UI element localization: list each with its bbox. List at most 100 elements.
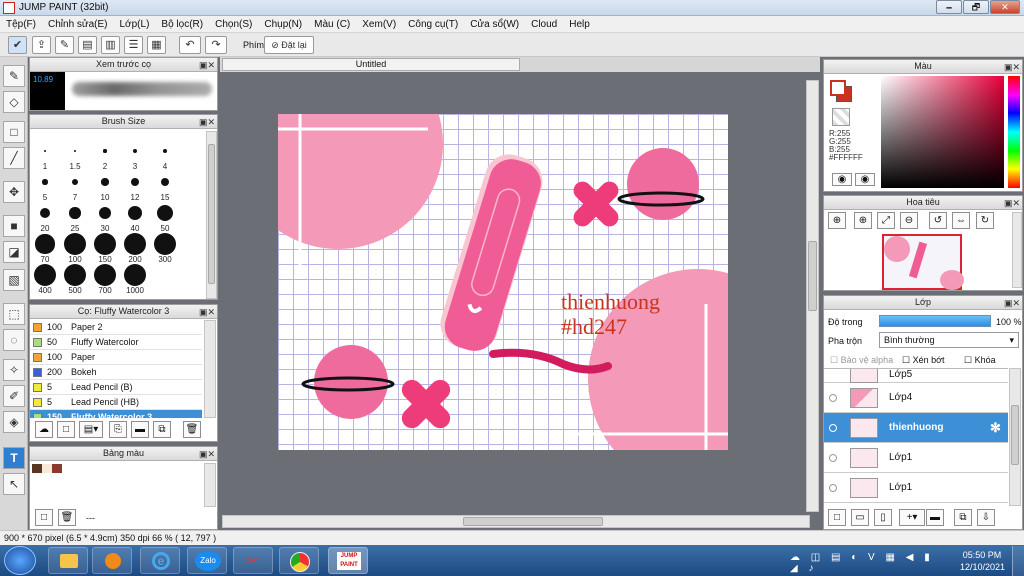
rotate-left-icon[interactable]: ↺ — [929, 212, 947, 229]
brush-size-dot[interactable] — [69, 207, 81, 219]
chrome-icon[interactable] — [279, 547, 319, 574]
brush-size-dot[interactable] — [64, 233, 86, 255]
palette-swatch[interactable] — [32, 464, 42, 473]
trash-icon[interactable]: 🗑 — [58, 509, 76, 526]
scroll-thumb[interactable] — [808, 241, 817, 311]
protect-alpha-checkbox[interactable]: ☐ Bảo vệ alpha — [830, 355, 893, 366]
vertical-scrollbar[interactable] — [806, 80, 819, 512]
redo-button[interactable]: ↷ — [205, 36, 227, 54]
eye-icon[interactable] — [829, 484, 837, 492]
operation-tool-icon[interactable]: ↖ — [3, 473, 25, 495]
brush-size-dot[interactable] — [124, 233, 146, 255]
media-player-icon[interactable] — [92, 547, 132, 574]
line-tool-icon[interactable]: ╱ — [3, 147, 25, 169]
cloud-icon[interactable]: ☁ — [35, 421, 53, 438]
grid-icon[interactable]: ▦ — [147, 36, 166, 54]
brush-size-grid[interactable]: 1 1.5 2 3 4 5 7 10 12 15 20 25 30 40 50 70 100 150 200 300 4… — [30, 129, 205, 299]
color-mode-icon[interactable]: ◉ — [855, 173, 875, 186]
horizontal-scrollbar[interactable] — [222, 515, 810, 528]
layer-row[interactable]: Lớp1 — [824, 443, 1008, 473]
flip-icon[interactable]: ⇔ — [952, 212, 970, 229]
maximize-button[interactable]: 🗗 — [963, 0, 989, 14]
eye-icon[interactable] — [829, 394, 837, 402]
brush-size-dot[interactable] — [73, 149, 77, 153]
menu-select[interactable]: Chọn(S) — [209, 16, 258, 32]
brush-size-dot[interactable] — [133, 149, 137, 153]
panel-icon[interactable]: ▤ — [78, 36, 97, 54]
eraser-tool-icon[interactable]: ◇ — [3, 91, 25, 113]
clock[interactable]: 05:50 PM 12/10/2021 — [960, 549, 1005, 573]
panel-close-icon[interactable]: ▣✕ — [199, 306, 215, 319]
add-layer-menu-icon[interactable]: +▾ — [899, 509, 925, 526]
fit-icon[interactable]: ⤢ — [877, 212, 895, 229]
minimize-button[interactable]: 🗕 — [936, 0, 962, 14]
start-icon[interactable] — [4, 546, 36, 575]
zoom-icon[interactable]: ⊕ — [828, 212, 846, 229]
menu-help[interactable]: Help — [563, 16, 596, 32]
brush-size-dot[interactable] — [94, 233, 116, 255]
new-swatch-icon[interactable]: □ — [35, 509, 53, 526]
jump-paint-app[interactable]: JUMP PAINT — [328, 547, 368, 574]
hue-slider[interactable] — [1008, 76, 1020, 188]
brush-size-dot[interactable] — [162, 148, 168, 154]
fill-rect-tool-icon[interactable]: ■ — [3, 215, 25, 237]
folder-icon[interactable]: ▬ — [926, 509, 944, 526]
panel-close-icon[interactable]: ▣✕ — [199, 116, 215, 129]
merge-layer-icon[interactable]: ⇩ — [977, 509, 995, 526]
export-icon[interactable]: ⇪ — [32, 36, 51, 54]
zalo-app[interactable]: Zalo — [187, 547, 227, 574]
ie-icon[interactable]: e — [140, 547, 180, 574]
list-item[interactable]: 5 Lead Pencil (B) — [30, 380, 202, 395]
brush-size-dot[interactable] — [98, 206, 112, 220]
tab-untitled[interactable]: Untitled — [222, 58, 520, 71]
menu-color[interactable]: Màu (C) — [308, 16, 356, 32]
gear-icon[interactable]: ✻ — [990, 420, 1001, 436]
magic-wand-icon[interactable]: ✧ — [3, 359, 25, 381]
rect-tool-icon[interactable]: □ — [3, 121, 25, 143]
brush-size-dot[interactable] — [42, 179, 48, 185]
brush-list-scrollbar[interactable] — [204, 320, 216, 418]
new-brush-icon[interactable]: □ — [57, 421, 75, 438]
menu-filter[interactable]: Bộ lọc(R) — [155, 16, 209, 32]
eye-icon[interactable] — [829, 454, 837, 462]
list-item[interactable]: 200 Bokeh — [30, 365, 202, 380]
artwork-canvas[interactable]: thienhuong #hd247 — [278, 114, 728, 450]
brush-size-dot[interactable] — [131, 178, 139, 186]
brush-size-dot[interactable] — [101, 178, 109, 186]
menu-capture[interactable]: Chụp(N) — [258, 16, 308, 32]
scroll-thumb[interactable] — [1011, 405, 1019, 465]
brush-size-dot[interactable] — [156, 204, 174, 222]
zoom-in-icon[interactable]: ⊕ — [854, 212, 872, 229]
menu-view[interactable]: Xem(V) — [356, 16, 402, 32]
palette-swatch[interactable] — [42, 464, 52, 473]
brush-size-dot[interactable] — [64, 264, 86, 286]
lock-checkbox[interactable]: ☐ Khóa — [964, 355, 996, 366]
saturation-value-picker[interactable] — [881, 76, 1004, 188]
new-layer-icon[interactable]: □ — [828, 509, 846, 526]
brush-size-dot[interactable] — [103, 149, 107, 153]
text-tool-icon[interactable]: T — [3, 447, 25, 469]
menu-edit[interactable]: Chỉnh sửa(E) — [42, 16, 114, 32]
snipping-tool-icon[interactable]: ✂ — [233, 547, 273, 574]
color-mode-icon[interactable]: ◉ — [832, 173, 852, 186]
system-tray-icons[interactable]: ☁ ◫ ▤ ◐ V ▦ ◀ ▮ ◢ ♪ — [790, 552, 950, 574]
brush-size-dot[interactable] — [71, 178, 79, 186]
list-item[interactable]: 100 Paper — [30, 350, 202, 365]
brush-size-dot[interactable] — [160, 177, 170, 187]
folder-icon[interactable]: ▬ — [131, 421, 149, 438]
brush-size-scrollbar[interactable] — [206, 131, 217, 299]
brush-size-dot[interactable] — [43, 149, 47, 153]
transparent-swatch[interactable] — [832, 108, 850, 126]
brush-size-dot[interactable] — [35, 234, 55, 254]
lasso-icon[interactable]: ◌ — [3, 329, 25, 351]
copy-layer-icon[interactable]: ⧉ — [954, 509, 972, 526]
bucket-tool-icon[interactable]: ◪ — [3, 241, 25, 263]
scroll-thumb[interactable] — [463, 517, 603, 526]
layer-scrollbar[interactable] — [1009, 368, 1021, 506]
comment-icon[interactable]: ✎ — [55, 36, 74, 54]
clipping-checkbox[interactable]: ☐ Xén bớt — [902, 355, 945, 366]
brush-size-dot[interactable] — [39, 207, 51, 219]
select-pen-icon[interactable]: ✐ — [3, 385, 25, 407]
page-icon[interactable]: ▥ — [101, 36, 120, 54]
gradient-tool-icon[interactable]: ▧ — [3, 269, 25, 291]
